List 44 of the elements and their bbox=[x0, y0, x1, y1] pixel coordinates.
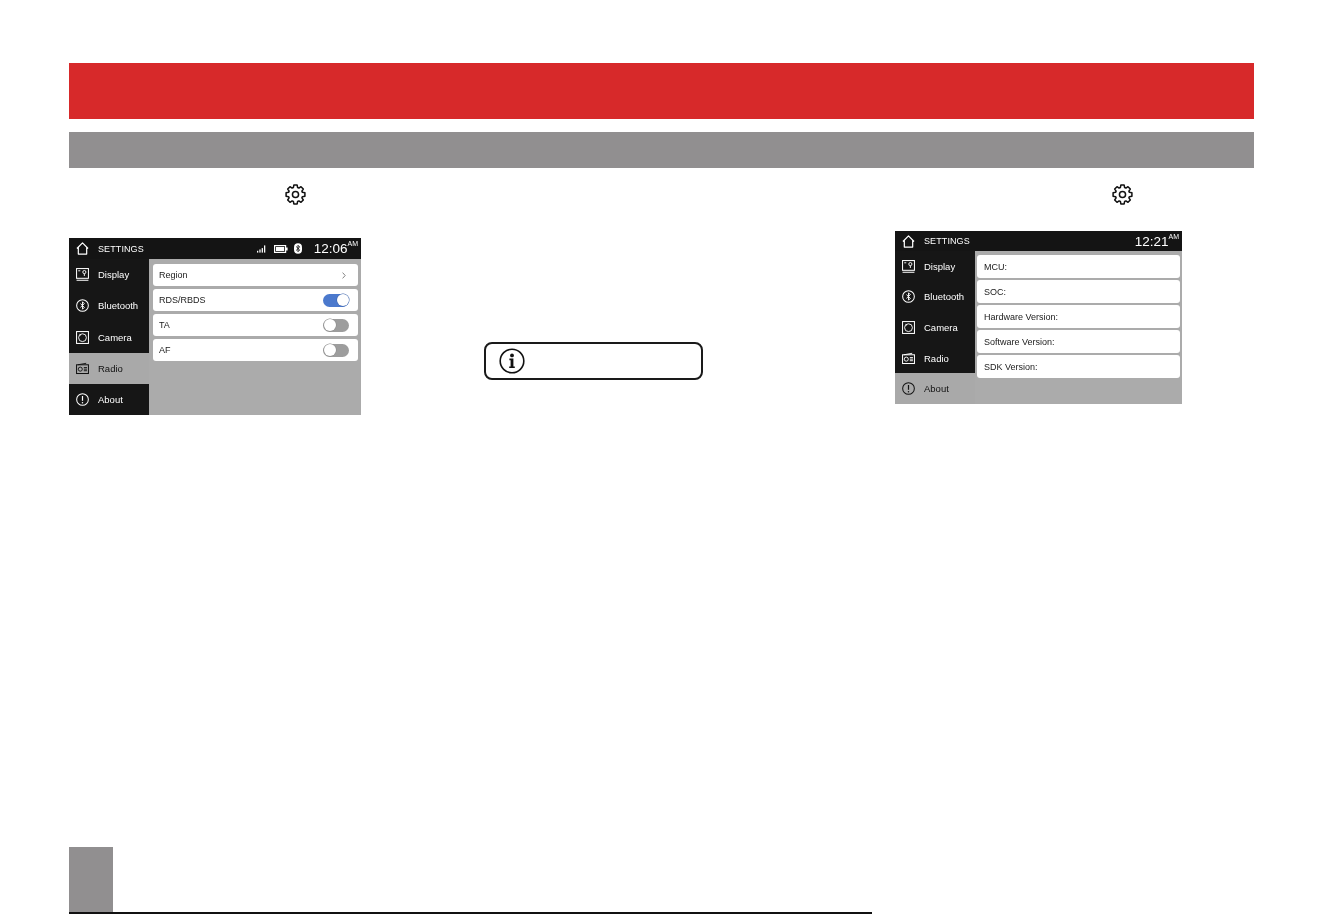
settings-icon bbox=[1112, 184, 1133, 205]
info-row: Hardware Version: bbox=[977, 305, 1180, 328]
camera-icon bbox=[76, 330, 89, 344]
radio-icon bbox=[76, 361, 89, 375]
sidebar-item[interactable]: Display bbox=[69, 259, 149, 291]
signal-icon bbox=[256, 244, 266, 253]
settings-icon bbox=[285, 184, 306, 205]
picture-icon bbox=[76, 268, 89, 282]
page-edge-marker bbox=[69, 847, 113, 912]
sidebar-item[interactable]: Bluetooth bbox=[895, 281, 975, 313]
clock-time: 12:06$^{AM}$ bbox=[313, 241, 358, 256]
chevron-icon bbox=[342, 271, 346, 279]
sidebar-item[interactable]: Bluetooth bbox=[69, 290, 149, 322]
sidebar-item[interactable]: About bbox=[69, 383, 149, 415]
home-icon[interactable] bbox=[76, 242, 89, 255]
settings-row[interactable]: AF bbox=[153, 339, 358, 361]
info-row: MCU: bbox=[977, 255, 1180, 278]
info-row: SDK Version: bbox=[977, 355, 1180, 378]
settings-row[interactable]: RDS/RBDS bbox=[153, 289, 358, 311]
home-icon[interactable] bbox=[902, 234, 915, 248]
info-row: SOC: bbox=[977, 280, 1180, 303]
picture-icon bbox=[902, 259, 915, 273]
sidebar-item[interactable]: Radio bbox=[895, 342, 975, 374]
toggle-switch[interactable] bbox=[323, 293, 349, 307]
screen-title: SETTINGS bbox=[98, 243, 144, 254]
sidebar-item[interactable]: Display bbox=[895, 251, 975, 282]
bluetooth-icon bbox=[76, 299, 89, 313]
info-icon bbox=[499, 348, 525, 374]
exclamation-icon bbox=[76, 392, 89, 406]
settings-row[interactable]: Region bbox=[153, 264, 358, 286]
toggle-switch[interactable] bbox=[323, 318, 349, 332]
camera-icon bbox=[902, 321, 915, 334]
sidebar-item[interactable]: Camera bbox=[895, 312, 975, 343]
radio-icon bbox=[902, 351, 915, 365]
settings-row[interactable]: TA bbox=[153, 314, 358, 336]
sidebar-item[interactable]: Camera bbox=[69, 321, 149, 353]
battery-icon bbox=[273, 244, 288, 253]
bluetooth-icon bbox=[293, 243, 302, 254]
screen-title: SETTINGS bbox=[924, 236, 970, 246]
toggle-switch[interactable] bbox=[323, 343, 349, 357]
exclamation-icon bbox=[902, 382, 915, 396]
info-row: Software Version: bbox=[977, 330, 1180, 353]
clock-time: 12:21$^{AM}$ bbox=[1134, 233, 1179, 249]
bluetooth-icon bbox=[902, 290, 915, 304]
